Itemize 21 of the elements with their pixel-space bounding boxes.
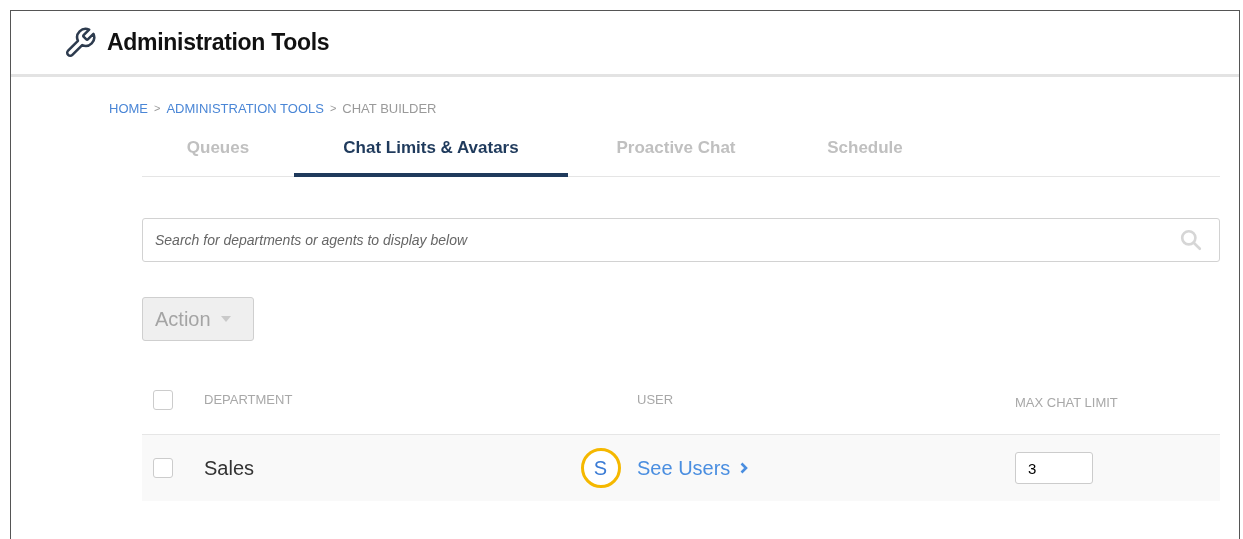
max-chat-limit-field[interactable]: 3 <box>1015 452 1093 484</box>
chevron-right-icon <box>740 462 749 474</box>
search-field[interactable]: Search for departments or agents to display below <box>142 218 1220 262</box>
column-header: USER <box>637 392 674 407</box>
page-title: Administration Tools <box>107 29 330 56</box>
column-header: MAX CHAT LIMIT <box>1015 395 1118 410</box>
search-icon <box>1180 229 1202 251</box>
breadcrumb-separator: > <box>154 102 161 114</box>
column-header: DEPARTMENT <box>204 392 293 407</box>
caret-icon <box>220 316 231 322</box>
breadcrumb-link[interactable]: ADMINISTRATION TOOLS <box>166 100 324 116</box>
breadcrumb-separator: > <box>329 102 337 114</box>
tab[interactable]: Chat Limits & Avatars <box>294 118 568 177</box>
department-name: Sales <box>204 456 255 479</box>
wrench-icon <box>63 25 97 60</box>
avatar-circle[interactable]: S <box>580 448 621 488</box>
select-all-checkbox[interactable] <box>153 389 173 410</box>
breadcrumb-link[interactable]: HOME <box>109 100 148 116</box>
breadcrumb-current: CHAT BUILDER <box>342 100 437 116</box>
row-checkbox[interactable] <box>153 458 173 478</box>
see-users-link[interactable]: See Users <box>637 456 749 480</box>
